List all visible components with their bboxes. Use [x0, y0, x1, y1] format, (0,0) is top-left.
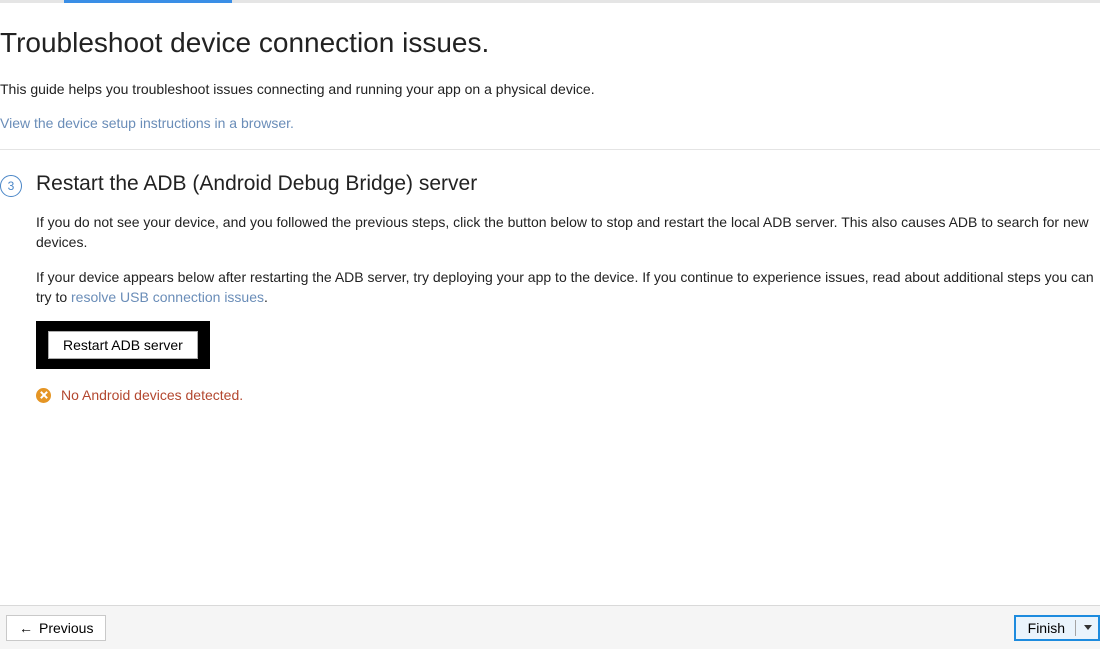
- device-status-row: No Android devices detected.: [36, 387, 1100, 403]
- restart-adb-button[interactable]: Restart ADB server: [48, 331, 198, 359]
- error-icon: [36, 388, 51, 403]
- separator: [0, 149, 1100, 150]
- main-content: Troubleshoot device connection issues. T…: [0, 3, 1100, 403]
- step-paragraph-2: If your device appears below after resta…: [36, 267, 1100, 308]
- step-paragraph-1: If you do not see your device, and you f…: [36, 212, 1100, 253]
- arrow-left-icon: [19, 620, 33, 636]
- device-status-text: No Android devices detected.: [61, 387, 243, 403]
- resolve-usb-issues-link[interactable]: resolve USB connection issues: [71, 289, 264, 305]
- restart-button-highlight: Restart ADB server: [36, 321, 210, 369]
- page-title: Troubleshoot device connection issues.: [0, 27, 1100, 59]
- step-para2-suffix: .: [264, 289, 268, 305]
- step-title: Restart the ADB (Android Debug Bridge) s…: [36, 172, 1100, 196]
- progress-segment: [64, 0, 232, 3]
- footer-bar: Previous Finish: [0, 605, 1100, 649]
- chevron-down-icon: [1084, 625, 1092, 630]
- step-number-badge: 3: [0, 175, 22, 197]
- finish-button[interactable]: Finish: [1014, 615, 1100, 641]
- top-progress-bar: [0, 0, 1100, 3]
- intro-text: This guide helps you troubleshoot issues…: [0, 81, 1100, 97]
- setup-instructions-link[interactable]: View the device setup instructions in a …: [0, 115, 294, 131]
- button-divider: [1075, 620, 1076, 636]
- finish-label: Finish: [1028, 620, 1065, 636]
- previous-label: Previous: [39, 620, 93, 636]
- step-3: 3 Restart the ADB (Android Debug Bridge)…: [0, 172, 1100, 403]
- previous-button[interactable]: Previous: [6, 615, 106, 641]
